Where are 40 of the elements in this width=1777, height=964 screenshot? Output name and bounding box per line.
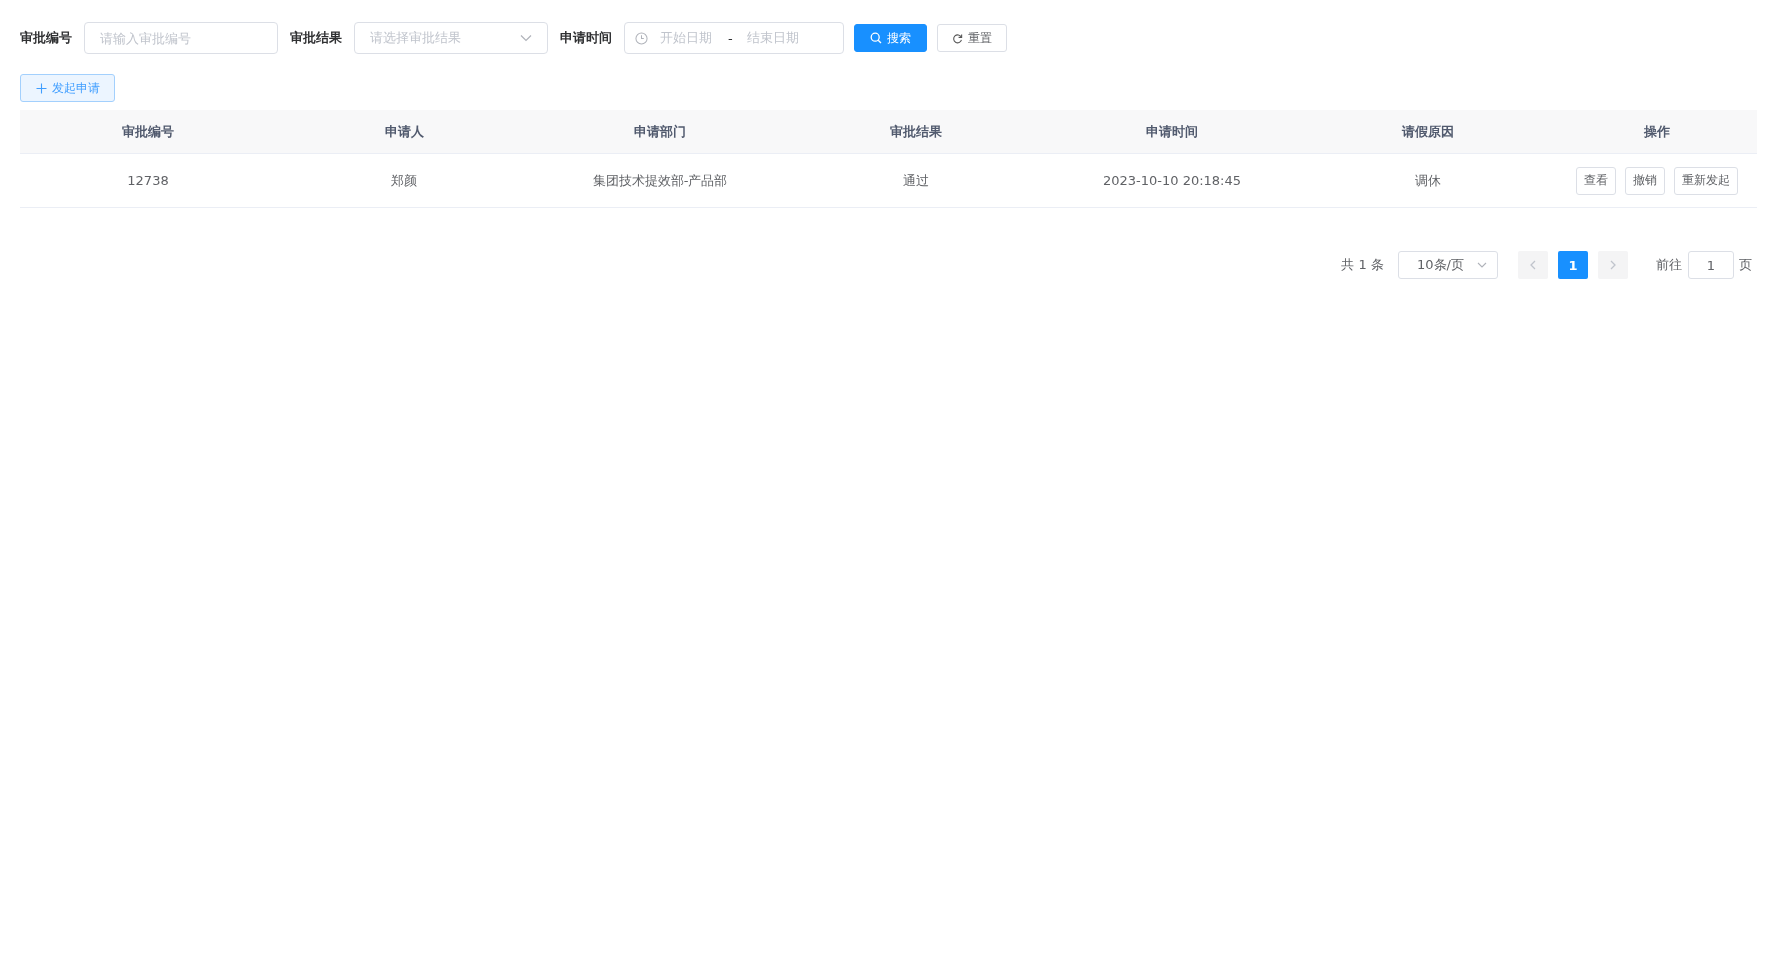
reset-button[interactable]: 重置: [937, 24, 1007, 52]
next-page-button[interactable]: [1598, 251, 1628, 279]
column-header: 审批编号: [121, 122, 175, 141]
column-header: 申请部门: [633, 122, 687, 141]
filter-label: 审批编号: [20, 29, 72, 47]
total-count: 共 1 条: [1341, 256, 1384, 274]
page-size-select[interactable]: 10条/页: [1398, 251, 1498, 279]
filter-label: 审批结果: [290, 29, 342, 47]
table-cell-text: 12738: [126, 172, 170, 190]
chevron-left-icon: [1530, 260, 1536, 270]
filter-label: 申请时间: [560, 29, 612, 47]
date-range-field[interactable]: 开始日期 - 结束日期: [624, 22, 844, 54]
chevron-right-icon: [1610, 260, 1616, 270]
table-cell-text: 通过: [902, 171, 930, 190]
column-header: 审批结果: [889, 122, 943, 141]
input-field[interactable]: 请输入审批编号: [84, 22, 278, 54]
column-header: 请假原因: [1400, 122, 1455, 141]
search-icon: [870, 32, 882, 44]
table-cell-text: 集团技术提效部-产品部: [591, 171, 729, 190]
action-button[interactable]: 查看: [1575, 166, 1616, 195]
end-date-placeholder: 结束日期: [746, 29, 799, 47]
date-separator: -: [728, 30, 733, 46]
previous-page-button[interactable]: [1518, 251, 1548, 279]
goto-label: 前往: [1656, 256, 1682, 274]
table-cell-text: 调休: [1414, 171, 1442, 190]
clock-icon: [635, 31, 648, 45]
table-cell-text: 郑颜: [390, 171, 418, 190]
plus-icon: [36, 82, 47, 94]
column-header: 申请人: [383, 122, 425, 141]
start-date-placeholder: 开始日期: [660, 29, 712, 47]
column-header: 申请时间: [1145, 122, 1199, 141]
chevron-down-icon: [1477, 262, 1487, 268]
table-cell-text: 2023-10-10 20:18:45: [1101, 172, 1243, 190]
refresh-icon: [952, 32, 963, 44]
action-button[interactable]: 重新发起: [1673, 166, 1738, 195]
action-button[interactable]: 撤销: [1624, 166, 1665, 195]
page-suffix: 页: [1739, 256, 1752, 274]
chevron-down-icon: [520, 34, 532, 42]
column-header: 操作: [1642, 122, 1671, 141]
page-input[interactable]: 1: [1688, 251, 1734, 279]
